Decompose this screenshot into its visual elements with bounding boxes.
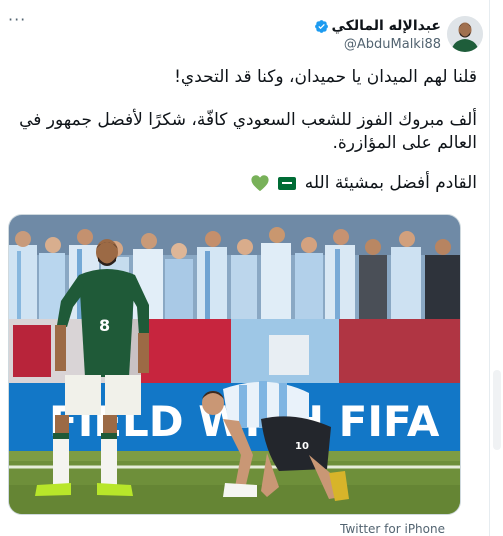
saudi-flag-icon (278, 176, 297, 190)
tweet-source[interactable]: Twitter for iPhone (10, 522, 445, 536)
avatar[interactable] (447, 16, 483, 52)
match-photo: FIELD WITH FIFA 8 (9, 215, 460, 514)
author-handle[interactable]: @AbduMalki88 (314, 37, 441, 52)
tweet-line-2: ألف مبروك الفوز للشعب السعودي كافّة، شكر… (19, 110, 477, 153)
saudi-player-number: 8 (99, 316, 110, 335)
tweet-line-3: القادم أفضل بمشيئة الله (10, 172, 477, 195)
green-heart-icon (251, 175, 269, 192)
tweet-text: قلنا لهم الميدان يا حميدان، وكنا قد التح… (10, 66, 477, 215)
tweet-line-1: قلنا لهم الميدان يا حميدان، وكنا قد التح… (174, 67, 477, 87)
tweet-source-label[interactable]: Twitter for iPhone (340, 522, 445, 536)
author-info[interactable]: عبدالإله المالكي @AbduMalki88 (314, 18, 441, 52)
argentina-player-number: 10 (295, 441, 309, 452)
scrollbar[interactable] (490, 0, 503, 536)
more-options-icon[interactable]: ··· (8, 12, 26, 30)
author-display-name[interactable]: عبدالإله المالكي (332, 18, 441, 34)
scrollbar-thumb[interactable] (493, 370, 501, 450)
tweet-photo[interactable]: FIELD WITH FIFA 8 (8, 214, 461, 515)
tweet-card[interactable]: ··· عبدالإله المالكي @AbduMalki88 قلنا ل… (0, 0, 490, 536)
author-name-row: عبدالإله المالكي (314, 18, 441, 34)
verified-badge-icon (314, 19, 328, 33)
tweet-line-3-text: القادم أفضل بمشيئة الله (304, 173, 477, 193)
